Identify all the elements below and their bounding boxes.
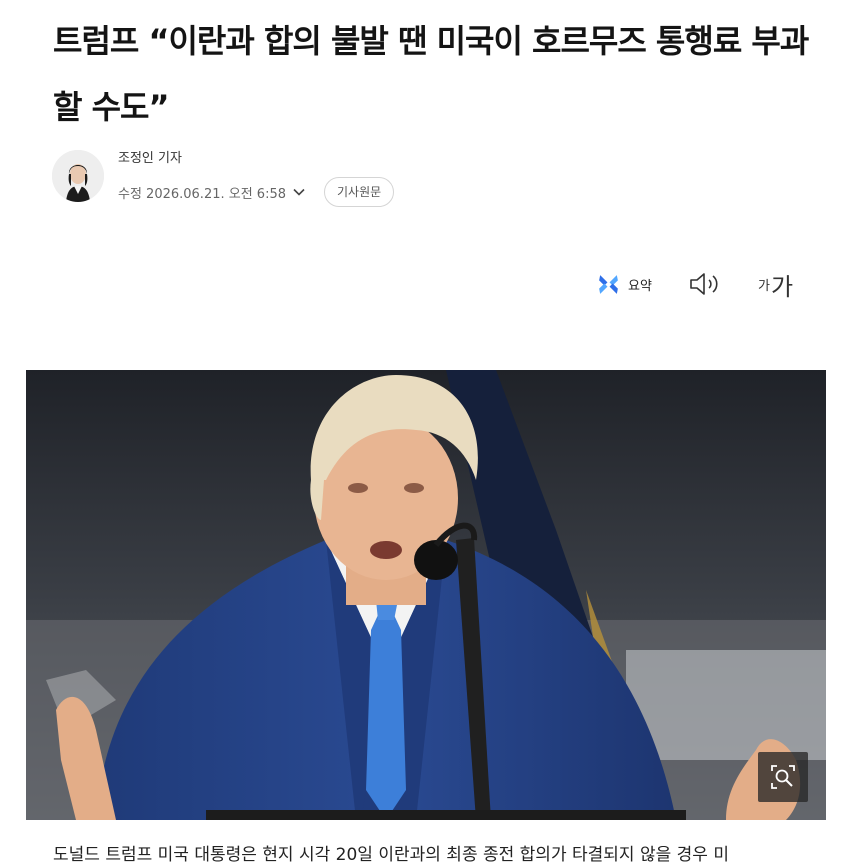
zoom-icon: [771, 765, 795, 789]
avatar-image: [52, 150, 104, 202]
article-photo[interactable]: [26, 370, 826, 820]
tts-button[interactable]: [688, 266, 722, 302]
zoom-button[interactable]: [758, 752, 808, 802]
summary-sparkle-icon: [599, 274, 618, 294]
reporter-avatar[interactable]: [52, 150, 104, 202]
summary-button[interactable]: 요약: [596, 266, 652, 302]
original-article-button[interactable]: 기사원문: [324, 177, 395, 207]
chevron-down-icon[interactable]: [292, 185, 306, 199]
article-body-preview: 도널드 트럼프 미국 대통령은 현지 시각 20일 이란과의 최종 종전 합의가…: [53, 845, 729, 865]
article-tools: 요약 가 가: [596, 266, 806, 302]
font-size-small-label: 가: [758, 278, 770, 294]
modified-time: 수정 2026.06.21. 오전 6:58: [118, 186, 286, 202]
summary-label: 요약: [628, 278, 652, 294]
speaker-icon: [690, 273, 718, 295]
article-headline: 트럼프 “이란과 합의 불발 땐 미국이 호르무즈 통행료 부과할 수도”: [53, 22, 809, 126]
photo-image: [26, 370, 826, 820]
font-size-button[interactable]: 가 가: [758, 266, 793, 302]
font-size-large-label: 가: [770, 272, 794, 301]
reporter-name[interactable]: 조정인 기자: [118, 150, 182, 168]
byline: 조정인 기자 수정 2026.06.21. 오전 6:58 기사원문: [52, 150, 552, 207]
